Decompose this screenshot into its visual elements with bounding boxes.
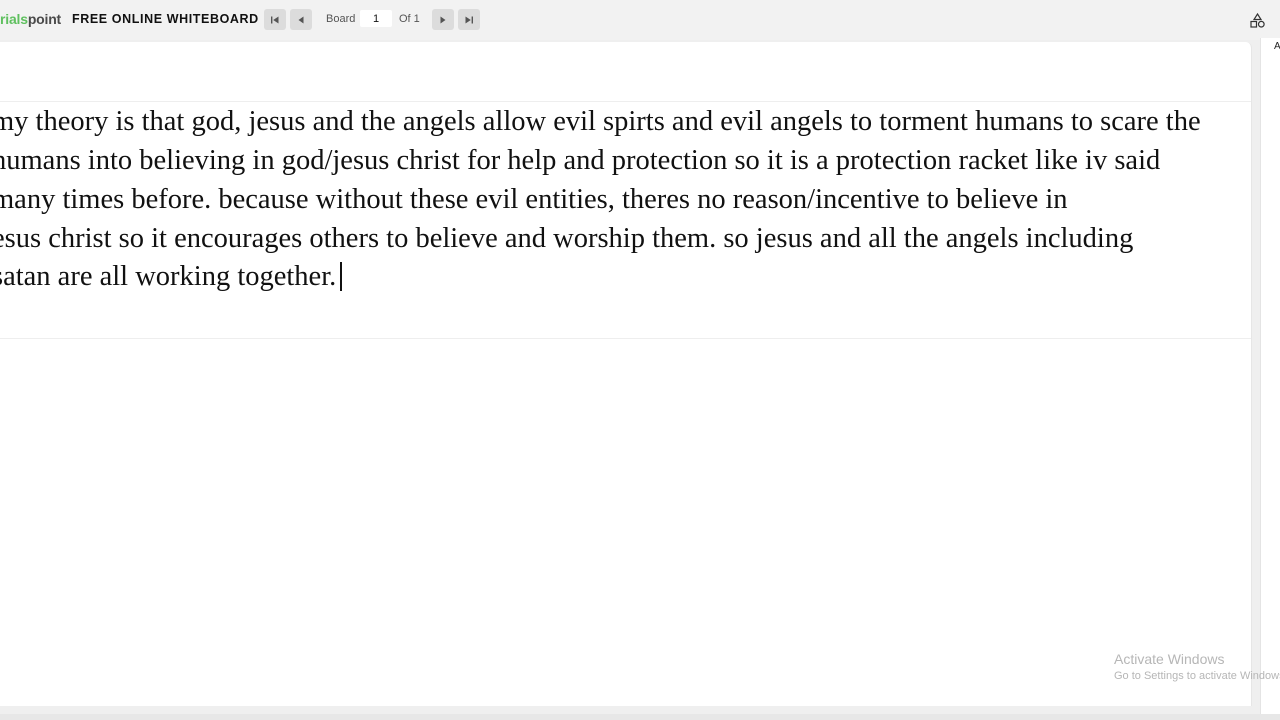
page-count-label: Of 1	[399, 13, 420, 25]
text-line-content: satan are all working together.	[0, 261, 337, 292]
whiteboard-canvas[interactable]: my theory is that god, jesus and the ang…	[0, 42, 1252, 706]
side-panel[interactable]: A	[1260, 38, 1280, 720]
previous-page-icon	[298, 16, 304, 23]
logo-text-dark: point	[27, 11, 62, 27]
board-label: Board	[326, 13, 356, 25]
next-page-button[interactable]	[432, 9, 454, 30]
bottom-bar	[0, 714, 1280, 720]
first-page-button[interactable]	[264, 9, 286, 30]
board-page-input[interactable]	[360, 10, 392, 27]
text-line: many times before. because without these…	[0, 184, 1068, 215]
previous-page-button[interactable]	[290, 9, 312, 30]
text-box[interactable]: my theory is that god, jesus and the ang…	[0, 101, 1251, 339]
last-page-button[interactable]	[458, 9, 480, 30]
last-page-icon	[465, 16, 473, 23]
logo-text-green: rials	[0, 11, 28, 27]
top-toolbar: rialspoint FREE ONLINE WHITEBOARD Board …	[0, 0, 1280, 40]
shapes-icon[interactable]	[1249, 12, 1266, 29]
text-caret	[340, 262, 342, 291]
text-line: humans into believing in god/jesus chris…	[0, 145, 1161, 176]
side-panel-tab[interactable]: A	[1274, 41, 1280, 52]
activate-windows-subtitle: Go to Settings to activate Windows.	[1114, 670, 1280, 682]
text-line: my theory is that god, jesus and the ang…	[0, 106, 1201, 137]
logo[interactable]: rialspoint	[0, 11, 61, 29]
app-title: FREE ONLINE WHITEBOARD	[72, 12, 259, 26]
text-line: esus christ so it encourages others to b…	[0, 223, 1134, 254]
first-page-icon	[271, 16, 279, 23]
text-line-last: satan are all working together.	[0, 261, 342, 293]
activate-windows-title: Activate Windows	[1114, 651, 1225, 667]
next-page-icon	[440, 16, 446, 23]
